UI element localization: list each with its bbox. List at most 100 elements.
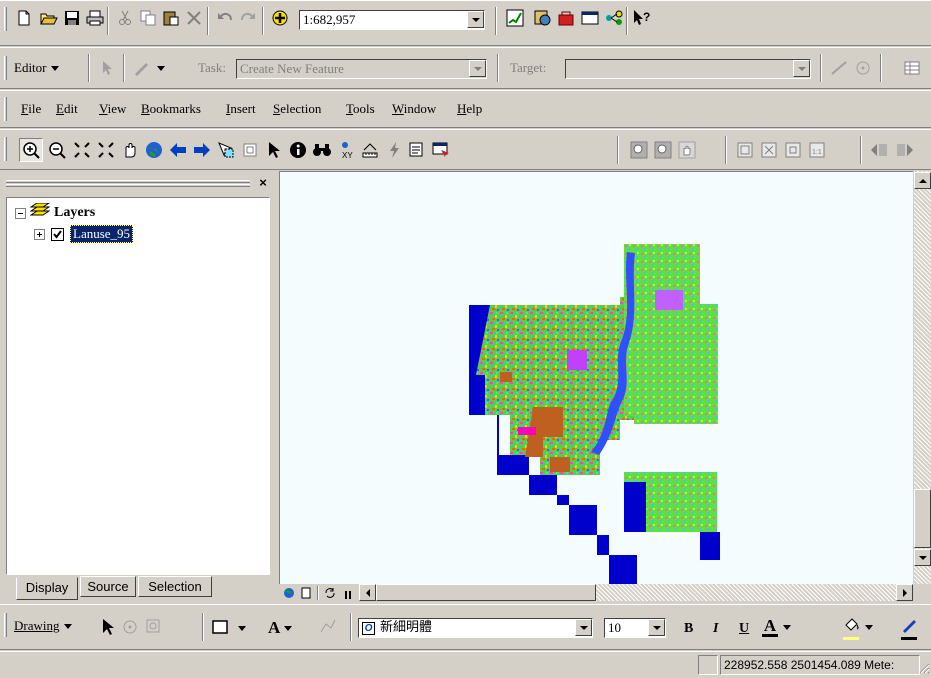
add-data-icon[interactable] [268, 6, 292, 30]
command-line-icon[interactable] [578, 6, 602, 30]
edit-vertices-icon[interactable] [316, 615, 340, 639]
scroll-thumb-horizontal[interactable] [376, 584, 596, 601]
select-features-icon[interactable] [214, 138, 238, 162]
resize-grip[interactable] [918, 662, 930, 674]
rectangle-icon[interactable] [208, 615, 232, 639]
font-color-button[interactable]: A [762, 617, 791, 637]
delete-icon[interactable] [182, 6, 206, 30]
toolbar-grip[interactable] [4, 56, 7, 80]
pan-icon[interactable] [118, 138, 142, 162]
editor-menu-button[interactable]: Editor [14, 60, 59, 76]
toolbar-grip[interactable] [4, 7, 7, 31]
menu-bookmarks[interactable]: Bookmarks [141, 101, 201, 117]
full-extent-icon[interactable] [142, 138, 166, 162]
task-combo[interactable]: Create New Feature [235, 58, 488, 80]
paste-icon[interactable] [159, 6, 183, 30]
undo-icon[interactable] [213, 6, 237, 30]
scroll-left-button[interactable] [359, 584, 376, 601]
print-icon[interactable] [83, 6, 107, 30]
menu-help[interactable]: Help [457, 101, 482, 117]
fill-color-button[interactable] [842, 617, 873, 640]
italic-button[interactable]: I [713, 621, 718, 637]
bold-button[interactable]: B [684, 621, 693, 637]
select-elements-icon[interactable] [96, 615, 120, 639]
toc-title-bar[interactable]: × [6, 176, 270, 191]
pause-drawing-icon[interactable] [343, 588, 353, 599]
chevron-down-icon[interactable] [648, 619, 665, 636]
map-view[interactable] [279, 171, 913, 584]
measure-icon[interactable] [358, 138, 382, 162]
scroll-right-button[interactable] [896, 584, 913, 601]
hyperlink-icon[interactable] [382, 138, 406, 162]
zoom-100-icon[interactable] [757, 138, 781, 162]
edit-tool-icon[interactable] [95, 56, 119, 80]
layout-view-icon[interactable] [300, 587, 312, 599]
data-view-icon[interactable] [283, 587, 295, 599]
find-icon[interactable] [310, 138, 334, 162]
font-size-combo[interactable]: 10 [603, 617, 667, 639]
toolbar-grip[interactable] [4, 137, 7, 161]
layout-zoom-out-icon[interactable] [651, 138, 675, 162]
menu-tools[interactable]: Tools [346, 101, 375, 117]
menu-file[interactable]: File [21, 101, 41, 117]
scroll-thumb[interactable] [914, 489, 931, 548]
attributes-icon[interactable] [900, 56, 924, 80]
time-slider-icon[interactable] [429, 138, 453, 162]
chevron-down-icon[interactable] [467, 11, 484, 28]
forward-icon[interactable] [190, 138, 214, 162]
arccatalog-icon[interactable] [530, 6, 554, 30]
font-name-combo[interactable]: O 新細明體 [357, 617, 594, 639]
chevron-down-icon[interactable] [157, 66, 165, 71]
layout-zoom-in-icon[interactable] [627, 138, 651, 162]
zoom-whole-page-icon[interactable] [733, 138, 757, 162]
back-icon[interactable] [166, 138, 190, 162]
rotate-icon[interactable] [118, 615, 142, 639]
toolbar-grip[interactable] [4, 613, 7, 637]
layers-group[interactable]: Layers [15, 202, 95, 223]
close-icon[interactable]: × [256, 176, 270, 190]
tab-display[interactable]: Display [16, 577, 78, 600]
fixed-zoom-in-icon[interactable] [70, 138, 94, 162]
tab-selection[interactable]: Selection [138, 576, 212, 597]
select-elements-icon[interactable] [262, 138, 286, 162]
sketch-tool-icon[interactable] [130, 56, 154, 80]
scroll-down-button[interactable] [914, 549, 931, 566]
expand-icon[interactable] [34, 228, 45, 240]
arctoolbox-icon[interactable] [554, 6, 578, 30]
zoom-to-selected-icon[interactable] [142, 615, 166, 639]
refresh-icon[interactable] [324, 587, 336, 599]
layer-visibility-checkbox[interactable] [51, 227, 64, 241]
font-name-field[interactable]: O 新細明體 [358, 618, 593, 638]
new-text-button[interactable]: A [268, 618, 293, 638]
layer-row[interactable]: Lanuse_95 [34, 225, 134, 243]
identify-icon[interactable] [286, 138, 310, 162]
go-back-extent-icon[interactable] [867, 138, 891, 162]
menu-window[interactable]: Window [392, 101, 436, 117]
underline-button[interactable]: U [739, 621, 749, 637]
map-vertical-scrollbar[interactable] [913, 171, 931, 584]
clear-selection-icon[interactable] [238, 138, 262, 162]
menu-selection[interactable]: Selection [273, 101, 321, 117]
chevron-down-icon[interactable] [238, 626, 246, 631]
fixed-zoom-in-layout-icon[interactable] [781, 138, 805, 162]
menu-insert[interactable]: Insert [226, 101, 256, 117]
menu-edit[interactable]: Edit [56, 101, 78, 117]
html-popup-icon[interactable] [405, 138, 429, 162]
menu-view[interactable]: View [99, 101, 126, 117]
split-tool-icon[interactable] [827, 56, 851, 80]
toolbar-grip[interactable] [4, 97, 7, 121]
collapse-icon[interactable] [15, 207, 26, 219]
chevron-down-icon[interactable] [793, 60, 810, 77]
map-scale-value[interactable]: 1:682,957 [299, 10, 485, 30]
cut-icon[interactable] [113, 6, 137, 30]
modelbuilder-icon[interactable] [602, 6, 626, 30]
target-combo[interactable] [564, 58, 812, 80]
save-icon[interactable] [60, 6, 84, 30]
go-to-xy-icon[interactable]: XY [334, 138, 358, 162]
chevron-down-icon[interactable] [575, 619, 592, 636]
open-icon[interactable] [37, 6, 61, 30]
new-icon[interactable] [12, 6, 36, 30]
zoom-out-icon[interactable] [45, 138, 69, 162]
chevron-down-icon[interactable] [469, 60, 486, 77]
rotate-tool-icon[interactable] [851, 56, 875, 80]
